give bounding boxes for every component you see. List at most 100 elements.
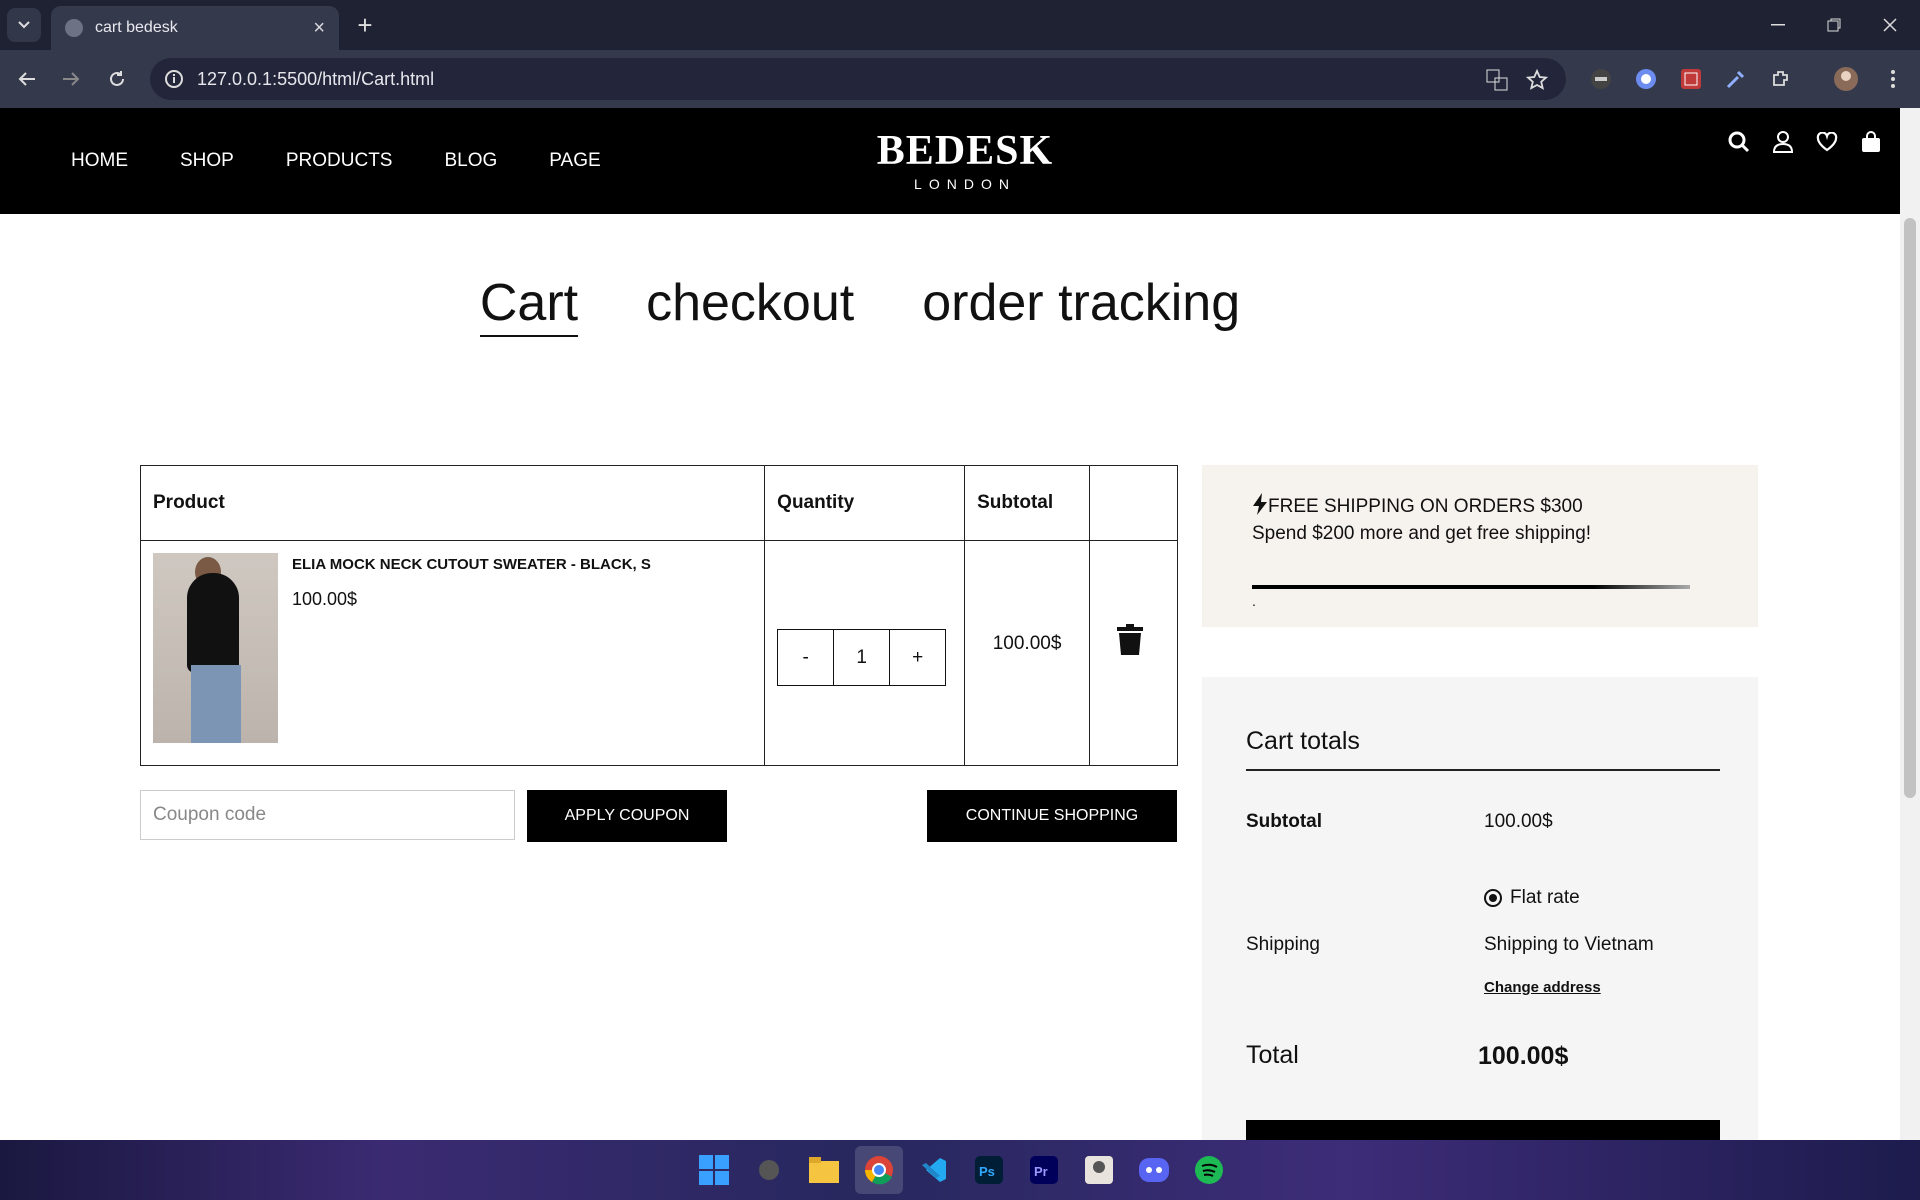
taskbar-app-image[interactable]	[1075, 1146, 1123, 1194]
spotify-icon	[1195, 1156, 1223, 1184]
new-tab-button[interactable]: +	[350, 10, 380, 40]
wishlist-button[interactable]	[1812, 127, 1842, 157]
tab-search-button[interactable]	[7, 8, 41, 42]
change-address-link[interactable]: Change address	[1484, 979, 1601, 996]
translate-icon[interactable]	[1486, 69, 1508, 91]
site-header: HOME SHOP PRODUCTS BLOG PAGE BEDESK LOND…	[0, 108, 1900, 214]
trash-icon	[1117, 624, 1144, 655]
free-shipping-line: FREE SHIPPING ON ORDERS $300	[1252, 493, 1708, 518]
search-icon	[1728, 131, 1750, 153]
page-scrollbar[interactable]	[1900, 108, 1920, 1140]
taskbar-premiere[interactable]: Pr	[1020, 1146, 1068, 1194]
heart-icon	[1816, 132, 1838, 152]
increase-quantity-button[interactable]: +	[889, 629, 947, 686]
profile-button[interactable]	[1833, 66, 1859, 92]
radio-selected-icon[interactable]	[1484, 888, 1502, 907]
nav-blog[interactable]: BLOG	[444, 150, 497, 172]
taskbar-vscode[interactable]	[910, 1146, 958, 1194]
bookmark-star-icon[interactable]	[1526, 69, 1548, 91]
extensions-button[interactable]	[1768, 66, 1794, 92]
app-thumbnail-icon	[1085, 1156, 1113, 1184]
coupon-code-input[interactable]: Coupon code	[140, 790, 515, 840]
forward-button[interactable]	[56, 64, 86, 94]
total-label: Total	[1246, 1041, 1299, 1069]
quantity-input[interactable]: 1	[833, 629, 891, 686]
scrollbar-thumb[interactable]	[1904, 218, 1916, 798]
proceed-to-checkout-button[interactable]	[1246, 1120, 1720, 1140]
browser-tab[interactable]: cart bedesk ×	[51, 6, 339, 50]
eyedropper-extension[interactable]	[1723, 66, 1749, 92]
taskbar-spotify[interactable]	[1185, 1146, 1233, 1194]
flat-rate-option[interactable]: Flat rate	[1484, 887, 1580, 909]
total-value: 100.00$	[1478, 1042, 1569, 1070]
vscode-icon	[922, 1158, 946, 1182]
restore-icon	[1827, 18, 1841, 32]
minimize-button[interactable]	[1750, 0, 1806, 50]
user-icon	[1773, 131, 1793, 153]
extension-2-icon	[1636, 69, 1656, 89]
restore-button[interactable]	[1806, 0, 1862, 50]
account-button[interactable]	[1768, 127, 1798, 157]
column-header-quantity: Quantity	[764, 465, 966, 541]
spend-more-text: Spend $200 more and get free shipping!	[1252, 523, 1592, 544]
url-text[interactable]: 127.0.0.1:5500/html/Cart.html	[197, 69, 434, 90]
reload-button[interactable]	[102, 64, 132, 94]
back-button[interactable]	[12, 64, 42, 94]
svg-text:Pr: Pr	[1034, 1164, 1048, 1179]
address-bar[interactable]: 127.0.0.1:5500/html/Cart.html	[150, 58, 1566, 100]
step-cart[interactable]: Cart	[479, 273, 579, 337]
taskbar-discord[interactable]	[1130, 1146, 1178, 1194]
free-shipping-text: FREE SHIPPING ON ORDERS $300	[1268, 496, 1583, 517]
extension-icon-3[interactable]	[1678, 66, 1704, 92]
nav-shop[interactable]: SHOP	[180, 150, 234, 172]
reload-icon	[110, 71, 124, 86]
header-icons	[1724, 127, 1886, 157]
shipping-destination: Shipping to Vietnam	[1484, 934, 1654, 955]
column-header-subtotal: Subtotal	[964, 465, 1091, 541]
cart-button[interactable]	[1856, 127, 1886, 157]
site-info-icon[interactable]	[164, 69, 184, 89]
close-tab-icon[interactable]: ×	[313, 18, 325, 38]
product-cell: ELIA MOCK NECK CUTOUT SWEATER - BLACK, S…	[139, 540, 766, 766]
logo-wordmark: BEDESK	[876, 128, 1054, 174]
taskbar-file-explorer[interactable]	[800, 1146, 848, 1194]
folder-icon	[809, 1157, 839, 1183]
subtotal-value: 100.00$	[1484, 811, 1553, 832]
apply-coupon-button[interactable]: APPLY COUPON	[527, 790, 727, 842]
flat-rate-label: Flat rate	[1510, 887, 1580, 908]
step-order-tracking[interactable]: order tracking	[922, 273, 1240, 337]
taskbar-search[interactable]	[745, 1146, 793, 1194]
extension-3-icon	[1681, 69, 1701, 89]
decrease-quantity-button[interactable]: -	[777, 629, 835, 686]
arrow-right-icon	[63, 72, 80, 86]
taskbar-apps: Ps Pr	[690, 1146, 1233, 1194]
lightning-bolt-icon	[1253, 493, 1267, 515]
svg-text:Ps: Ps	[979, 1164, 995, 1179]
taskbar-photoshop[interactable]: Ps	[965, 1146, 1013, 1194]
search-button[interactable]	[1724, 127, 1754, 157]
browser-menu-button[interactable]	[1880, 66, 1906, 92]
search-icon	[759, 1160, 779, 1180]
brand-logo[interactable]: BEDESK LONDON	[860, 128, 1070, 192]
step-checkout[interactable]: checkout	[646, 273, 854, 337]
remove-item-button[interactable]	[1116, 624, 1177, 656]
bag-icon	[1862, 131, 1880, 152]
product-price: 100.00$	[292, 589, 358, 609]
subtotal-label: Subtotal	[1246, 811, 1322, 832]
extension-icon-1[interactable]	[1588, 66, 1614, 92]
progress-marker: .	[1252, 593, 1256, 609]
close-window-button[interactable]	[1862, 0, 1918, 50]
product-name[interactable]: ELIA MOCK NECK CUTOUT SWEATER - BLACK, S	[292, 556, 651, 573]
nav-page[interactable]: PAGE	[549, 150, 600, 172]
continue-shopping-button[interactable]: CONTINUE SHOPPING	[927, 790, 1177, 842]
start-button[interactable]	[690, 1146, 738, 1194]
quantity-cell: - 1 +	[764, 540, 966, 766]
web-page: HOME SHOP PRODUCTS BLOG PAGE BEDESK LOND…	[0, 108, 1900, 1140]
nav-products[interactable]: PRODUCTS	[286, 150, 393, 172]
taskbar-chrome[interactable]	[855, 1146, 903, 1194]
extension-icon-2[interactable]	[1633, 66, 1659, 92]
product-image[interactable]	[153, 553, 278, 743]
windows-icon	[699, 1155, 729, 1185]
nav-home[interactable]: HOME	[71, 150, 128, 172]
shipping-progress-bar	[1252, 585, 1690, 589]
